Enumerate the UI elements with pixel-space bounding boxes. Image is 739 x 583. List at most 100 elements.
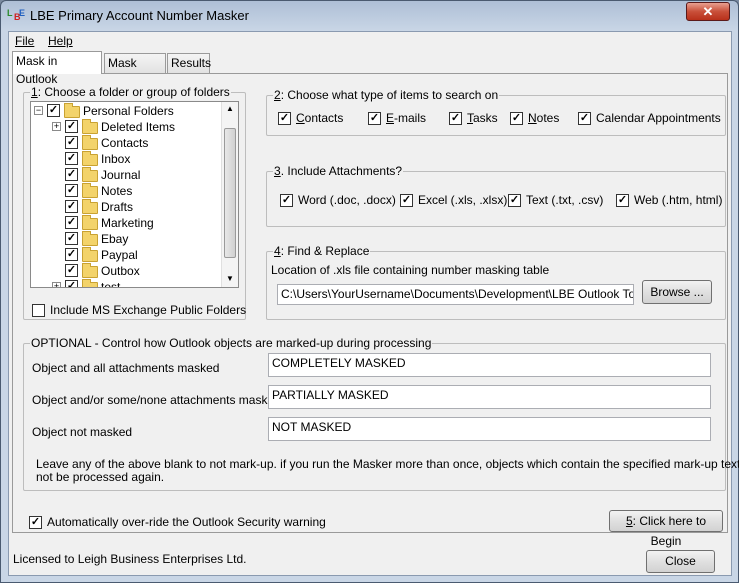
license-text: Licensed to Leigh Business Enterprises L… bbox=[13, 552, 247, 566]
folder-icon bbox=[82, 119, 98, 134]
folder-icon bbox=[82, 183, 98, 198]
folder-label: Ebay bbox=[101, 232, 129, 246]
folder-icon bbox=[82, 279, 98, 287]
folder-label: Paypal bbox=[101, 248, 138, 262]
optional-group: OPTIONAL - Control how Outlook objects a… bbox=[23, 336, 739, 491]
path-input[interactable]: C:\Users\YourUsername\Documents\Developm… bbox=[277, 284, 634, 305]
text-checkbox[interactable]: ✓ bbox=[508, 194, 521, 207]
folder-label: Personal Folders bbox=[83, 104, 174, 118]
find-replace-group: 4: Find & Replace Location of .xls file … bbox=[266, 244, 726, 320]
item-types-legend: 2: Choose what type of items to search o… bbox=[273, 88, 500, 102]
text-label: Text (.txt, .csv) bbox=[526, 193, 604, 207]
contacts-checkbox[interactable]: ✓ bbox=[278, 112, 291, 125]
folder-icon bbox=[82, 199, 98, 214]
folder-checkbox[interactable]: ✓ bbox=[65, 120, 78, 133]
not-masked-markup-input[interactable]: NOT MASKED bbox=[268, 417, 711, 441]
excel-checkbox[interactable]: ✓ bbox=[400, 194, 413, 207]
browse-button[interactable]: Browse ... bbox=[642, 280, 712, 304]
folder-checkbox[interactable]: ✓ bbox=[65, 136, 78, 149]
folder-label: Drafts bbox=[101, 200, 134, 214]
markup-note-line2: not be processed again. bbox=[36, 470, 165, 484]
folder-icon bbox=[82, 247, 98, 262]
scroll-thumb[interactable] bbox=[224, 128, 236, 258]
word-label: Word (.doc, .docx) bbox=[298, 193, 396, 207]
title-bar[interactable]: LBE LBE Primary Account Number Masker ✕ bbox=[1, 1, 738, 31]
folder-checkbox[interactable]: ✓ bbox=[65, 232, 78, 245]
tree-row[interactable]: ✓ Drafts bbox=[31, 199, 221, 215]
find-replace-legend: 4: Find & Replace bbox=[273, 244, 371, 258]
expand-icon[interactable]: + bbox=[52, 122, 61, 131]
tab-results[interactable]: Results bbox=[167, 53, 211, 73]
location-label: Location of .xls file containing number … bbox=[271, 263, 550, 277]
partial-markup-input[interactable]: PARTIALLY MASKED bbox=[268, 385, 711, 409]
tree-row[interactable]: ✓ Notes bbox=[31, 183, 221, 199]
menu-help[interactable]: Help bbox=[48, 34, 73, 48]
partial-label: Object and/or some/none attachments mask… bbox=[32, 393, 281, 407]
complete-markup-input[interactable]: COMPLETELY MASKED bbox=[268, 353, 711, 377]
folder-icon bbox=[82, 151, 98, 166]
window-title: LBE Primary Account Number Masker bbox=[30, 8, 249, 23]
close-button[interactable]: Close bbox=[646, 550, 715, 573]
tree-row[interactable]: + ✓ test bbox=[31, 279, 221, 287]
tree-row[interactable]: ✓ Paypal bbox=[31, 247, 221, 263]
tree-row[interactable]: ✓ Journal bbox=[31, 167, 221, 183]
tree-scrollbar[interactable]: ▲ ▼ bbox=[221, 102, 238, 287]
tab-mask-files[interactable]: Mask Files bbox=[104, 53, 166, 88]
folder-label: Outbox bbox=[101, 264, 140, 278]
word-checkbox[interactable]: ✓ bbox=[280, 194, 293, 207]
tree-row[interactable]: ✓ Outbox bbox=[31, 263, 221, 279]
folder-label: Journal bbox=[101, 168, 141, 182]
lbe-app-icon: LBE bbox=[7, 8, 26, 22]
client-area: File Help Mask in Outlook Mask Files Res… bbox=[8, 31, 739, 576]
close-icon[interactable]: ✕ bbox=[686, 2, 730, 21]
tree-row[interactable]: ✓ Contacts bbox=[31, 135, 221, 151]
folder-icon bbox=[82, 135, 98, 150]
optional-legend: OPTIONAL - Control how Outlook objects a… bbox=[30, 336, 433, 350]
attachments-group: 3. Include Attachments? ✓ Word (.doc, .d… bbox=[266, 164, 726, 227]
tree-row[interactable]: + ✓ Deleted Items bbox=[31, 119, 221, 135]
calendar-checkbox[interactable]: ✓ bbox=[578, 112, 591, 125]
folders-group: 1: Choose a folder or group of folders −… bbox=[23, 85, 246, 320]
tab-mask-in-outlook[interactable]: Mask in Outlook bbox=[12, 51, 102, 86]
folder-checkbox[interactable]: ✓ bbox=[47, 104, 60, 117]
folder-label: Inbox bbox=[101, 152, 131, 166]
folder-icon bbox=[82, 215, 98, 230]
folder-icon bbox=[64, 103, 80, 118]
web-checkbox[interactable]: ✓ bbox=[616, 194, 629, 207]
collapse-icon[interactable]: − bbox=[34, 106, 43, 115]
menu-file[interactable]: File bbox=[15, 34, 34, 48]
web-label: Web (.htm, html) bbox=[634, 193, 723, 207]
scroll-up-icon[interactable]: ▲ bbox=[226, 104, 234, 113]
tree-row[interactable]: ✓ Marketing bbox=[31, 215, 221, 231]
security-label: Automatically over-ride the Outlook Secu… bbox=[47, 515, 326, 529]
begin-button[interactable]: 5: Click here to Begin bbox=[609, 510, 723, 548]
folder-checkbox[interactable]: ✓ bbox=[65, 152, 78, 165]
security-checkbox[interactable]: ✓ bbox=[29, 516, 42, 529]
excel-label: Excel (.xls, .xlsx) bbox=[418, 193, 508, 207]
expand-icon[interactable]: + bbox=[52, 282, 61, 287]
app-window: LBE LBE Primary Account Number Masker ✕ … bbox=[0, 0, 739, 583]
folder-checkbox[interactable]: ✓ bbox=[65, 184, 78, 197]
emails-checkbox[interactable]: ✓ bbox=[368, 112, 381, 125]
scroll-down-icon[interactable]: ▼ bbox=[226, 274, 234, 283]
folder-icon bbox=[82, 263, 98, 278]
folder-checkbox[interactable]: ✓ bbox=[65, 264, 78, 277]
tree-row[interactable]: ✓ Inbox bbox=[31, 151, 221, 167]
notes-label: Notes bbox=[528, 111, 560, 125]
not-masked-label: Object not masked bbox=[32, 425, 133, 439]
tree-row[interactable]: − ✓ Personal Folders bbox=[31, 103, 221, 119]
notes-checkbox[interactable]: ✓ bbox=[510, 112, 523, 125]
emails-label: E-mails bbox=[386, 111, 427, 125]
exchange-checkbox[interactable] bbox=[32, 304, 45, 317]
folder-checkbox[interactable]: ✓ bbox=[65, 280, 78, 287]
tree-row[interactable]: ✓ Ebay bbox=[31, 231, 221, 247]
tasks-label: Tasks bbox=[467, 111, 498, 125]
folder-checkbox[interactable]: ✓ bbox=[65, 168, 78, 181]
folder-label: Notes bbox=[101, 184, 133, 198]
folder-checkbox[interactable]: ✓ bbox=[65, 248, 78, 261]
folder-checkbox[interactable]: ✓ bbox=[65, 200, 78, 213]
tasks-checkbox[interactable]: ✓ bbox=[449, 112, 462, 125]
folder-checkbox[interactable]: ✓ bbox=[65, 216, 78, 229]
tab-panel: 1: Choose a folder or group of folders −… bbox=[12, 73, 739, 548]
folder-tree[interactable]: − ✓ Personal Folders + ✓ Deleted Items ✓ Contac… bbox=[30, 101, 239, 288]
